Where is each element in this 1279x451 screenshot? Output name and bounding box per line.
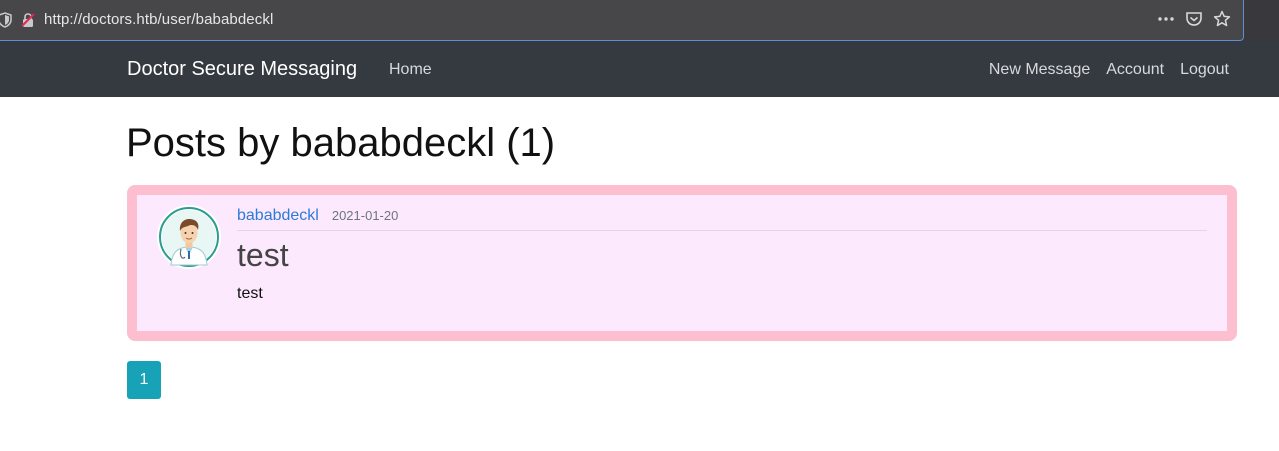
nav-right-links: New Message Account Logout	[989, 61, 1229, 79]
doctor-avatar	[157, 205, 221, 269]
post-author-link[interactable]: bababdeckl	[237, 207, 319, 225]
page-title: Posts by bababdeckl (1)	[126, 121, 556, 165]
address-bar[interactable]: http://doctors.htb/user/bababdeckl	[0, 0, 1244, 41]
pocket-icon[interactable]	[1185, 10, 1203, 28]
post-content: test	[237, 285, 263, 302]
shield-icon[interactable]	[0, 12, 12, 28]
site-navbar: Doctor Secure Messaging Home New Message…	[0, 41, 1279, 97]
nav-home-link[interactable]: Home	[389, 61, 432, 79]
post-date: 2021-01-20	[331, 208, 399, 223]
pagination-page-button[interactable]: 1	[127, 361, 161, 399]
post-meta: bababdeckl 2021-01-20	[237, 207, 1207, 231]
brand-link[interactable]: Doctor Secure Messaging	[127, 58, 357, 81]
post-card: bababdeckl 2021-01-20 test test	[127, 185, 1237, 341]
browser-toolbar: http://doctors.htb/user/bababdeckl	[0, 0, 1279, 41]
nav-logout-link[interactable]: Logout	[1180, 61, 1229, 79]
insecure-lock-icon[interactable]	[20, 12, 36, 28]
bookmark-star-icon[interactable]	[1213, 10, 1231, 28]
url-text[interactable]: http://doctors.htb/user/bababdeckl	[44, 11, 273, 28]
post-body: bababdeckl 2021-01-20 test test	[237, 207, 1207, 303]
nav-account-link[interactable]: Account	[1106, 61, 1164, 79]
more-icon[interactable]	[1157, 10, 1175, 28]
post-title-link[interactable]: test	[237, 235, 1207, 275]
nav-new-message-link[interactable]: New Message	[989, 61, 1090, 79]
